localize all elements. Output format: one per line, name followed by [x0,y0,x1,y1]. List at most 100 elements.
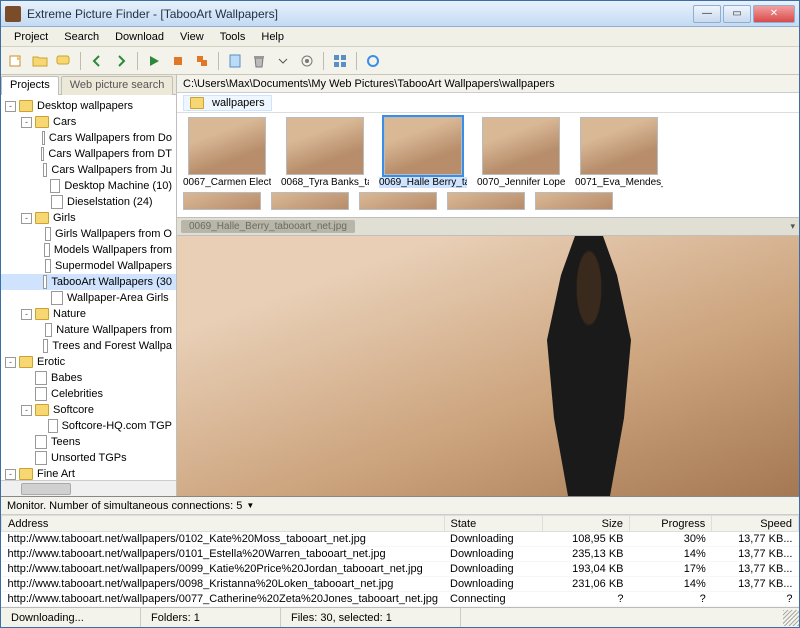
forward-button[interactable] [110,50,132,72]
delete-button[interactable] [248,50,270,72]
stop-button[interactable] [167,50,189,72]
col-size[interactable]: Size [543,516,630,532]
table-row[interactable]: http://www.tabooart.net/wallpapers/0102_… [2,532,799,547]
tree-node[interactable]: -Erotic [1,354,176,370]
collapse-icon[interactable]: - [21,117,32,128]
thumbnail[interactable]: 0071_Eva_Mendes_t... [575,117,663,188]
thumb-peek[interactable] [271,192,349,210]
tree-node[interactable]: -Nature [1,306,176,322]
downloads-table: Address State Size Progress Speed http:/… [1,515,799,607]
menubar: Project Search Download View Tools Help [1,27,799,47]
refresh-button[interactable] [362,50,384,72]
tree-spacer [37,245,41,256]
tree-node[interactable]: Girls Wallpapers from O [1,226,176,242]
thumb-peek[interactable] [535,192,613,210]
tree-label: Nature Wallpapers from [56,324,172,336]
menu-download[interactable]: Download [108,29,171,45]
view-mode-button[interactable] [329,50,351,72]
menu-tools[interactable]: Tools [213,29,253,45]
col-speed[interactable]: Speed [712,516,799,532]
settings-button[interactable] [296,50,318,72]
table-row[interactable]: http://www.tabooart.net/wallpapers/0101_… [2,547,799,562]
tree-label: Supermodel Wallpapers [55,260,172,272]
back-button[interactable] [86,50,108,72]
collapse-icon[interactable]: - [5,101,16,112]
menu-search[interactable]: Search [57,29,106,45]
thumb-peek[interactable] [447,192,525,210]
dropdown-button[interactable] [272,50,294,72]
thumb-peek[interactable] [183,192,261,210]
tree-spacer [37,229,42,240]
tree-node[interactable]: -Desktop wallpapers [1,98,176,114]
tree-label: Cars Wallpapers from Do [49,132,172,144]
col-state[interactable]: State [444,516,543,532]
tree-node[interactable]: Softcore-HQ.com TGP [1,418,176,434]
thumbnail[interactable]: 0067_Carmen Electra_tabooart_ne... [183,117,271,188]
collapse-icon[interactable]: - [21,309,32,320]
tree-spacer [21,373,32,384]
preview-tab[interactable]: 0069_Halle_Berry_tabooart_net.jpg [181,220,355,233]
table-row[interactable]: http://www.tabooart.net/wallpapers/0077_… [2,592,799,607]
filter-button[interactable] [224,50,246,72]
tree-node[interactable]: Dieselstation (24) [1,194,176,210]
resize-grip[interactable] [783,610,799,626]
minimize-button[interactable]: ― [693,5,721,23]
tree-label: Dieselstation (24) [67,196,153,208]
thumbnail[interactable]: 0070_Jennifer Lopez_tabooart_net... [477,117,565,188]
folder-icon [19,356,33,368]
menu-help[interactable]: Help [254,29,291,45]
maximize-button[interactable]: ▭ [723,5,751,23]
tree-node[interactable]: Babes [1,370,176,386]
project-tree[interactable]: -Desktop wallpapers-Cars Cars Wallpapers … [1,95,176,480]
col-address[interactable]: Address [2,516,445,532]
menu-view[interactable]: View [173,29,211,45]
collapse-icon[interactable]: ▾ [790,221,795,232]
tree-hscroll[interactable] [1,480,176,496]
tree-node[interactable]: Models Wallpapers from [1,242,176,258]
tree-node[interactable]: Trees and Forest Wallpa [1,338,176,354]
close-button[interactable]: ✕ [753,5,795,23]
tree-node[interactable]: Cars Wallpapers from DT [1,146,176,162]
tree-label: Girls [53,212,76,224]
chat-button[interactable] [53,50,75,72]
thumbnail-pane[interactable]: 0067_Carmen Electra_tabooart_ne...0068_T… [177,113,799,218]
tree-node[interactable]: Celebrities [1,386,176,402]
tree-node[interactable]: Teens [1,434,176,450]
thumbnail[interactable]: 0068_Tyra Banks_tabooart_net... [281,117,369,188]
tree-node[interactable]: -Cars [1,114,176,130]
status-folders: Folders: 1 [141,608,281,627]
col-progress[interactable]: Progress [630,516,712,532]
tree-node[interactable]: -Softcore [1,402,176,418]
tree-node[interactable]: - Girls [1,210,176,226]
tree-node[interactable]: TabooArt Wallpapers (30 [1,274,176,290]
collapse-icon[interactable]: - [5,469,16,480]
tree-node[interactable]: Desktop Machine (10) [1,178,176,194]
tree-node[interactable]: Cars Wallpapers from Do [1,130,176,146]
collapse-icon[interactable]: - [5,357,16,368]
thumbnail[interactable]: 0069_Halle Berry_tabooart_net.jpg [379,117,467,188]
open-project-button[interactable] [29,50,51,72]
collapse-icon[interactable]: - [21,405,32,416]
collapse-icon[interactable]: - [21,213,32,224]
path-text: C:\Users\Max\Documents\My Web Pictures\T… [183,78,555,90]
tree-node[interactable]: Supermodel Wallpapers [1,258,176,274]
tree-node[interactable]: -Fine Art [1,466,176,480]
folder-chip[interactable]: wallpapers [183,95,272,111]
tab-projects[interactable]: Projects [1,76,59,95]
folder-icon [35,308,49,320]
tab-web-search[interactable]: Web picture search [61,76,174,95]
stop-all-button[interactable] [191,50,213,72]
new-project-button[interactable] [5,50,27,72]
tree-node[interactable]: Wallpaper-Area Girls [1,290,176,306]
menu-project[interactable]: Project [7,29,55,45]
tree-node[interactable]: Nature Wallpapers from [1,322,176,338]
play-button[interactable] [143,50,165,72]
page-icon [41,147,44,161]
thumb-peek[interactable] [359,192,437,210]
tree-node[interactable]: Unsorted TGPs [1,450,176,466]
table-row[interactable]: http://www.tabooart.net/wallpapers/0099_… [2,562,799,577]
cell-state: Connecting [444,592,543,607]
tree-node[interactable]: Cars Wallpapers from Ju [1,162,176,178]
table-row[interactable]: http://www.tabooart.net/wallpapers/0098_… [2,577,799,592]
monitor-dropdown-icon[interactable]: ▼ [246,501,254,510]
